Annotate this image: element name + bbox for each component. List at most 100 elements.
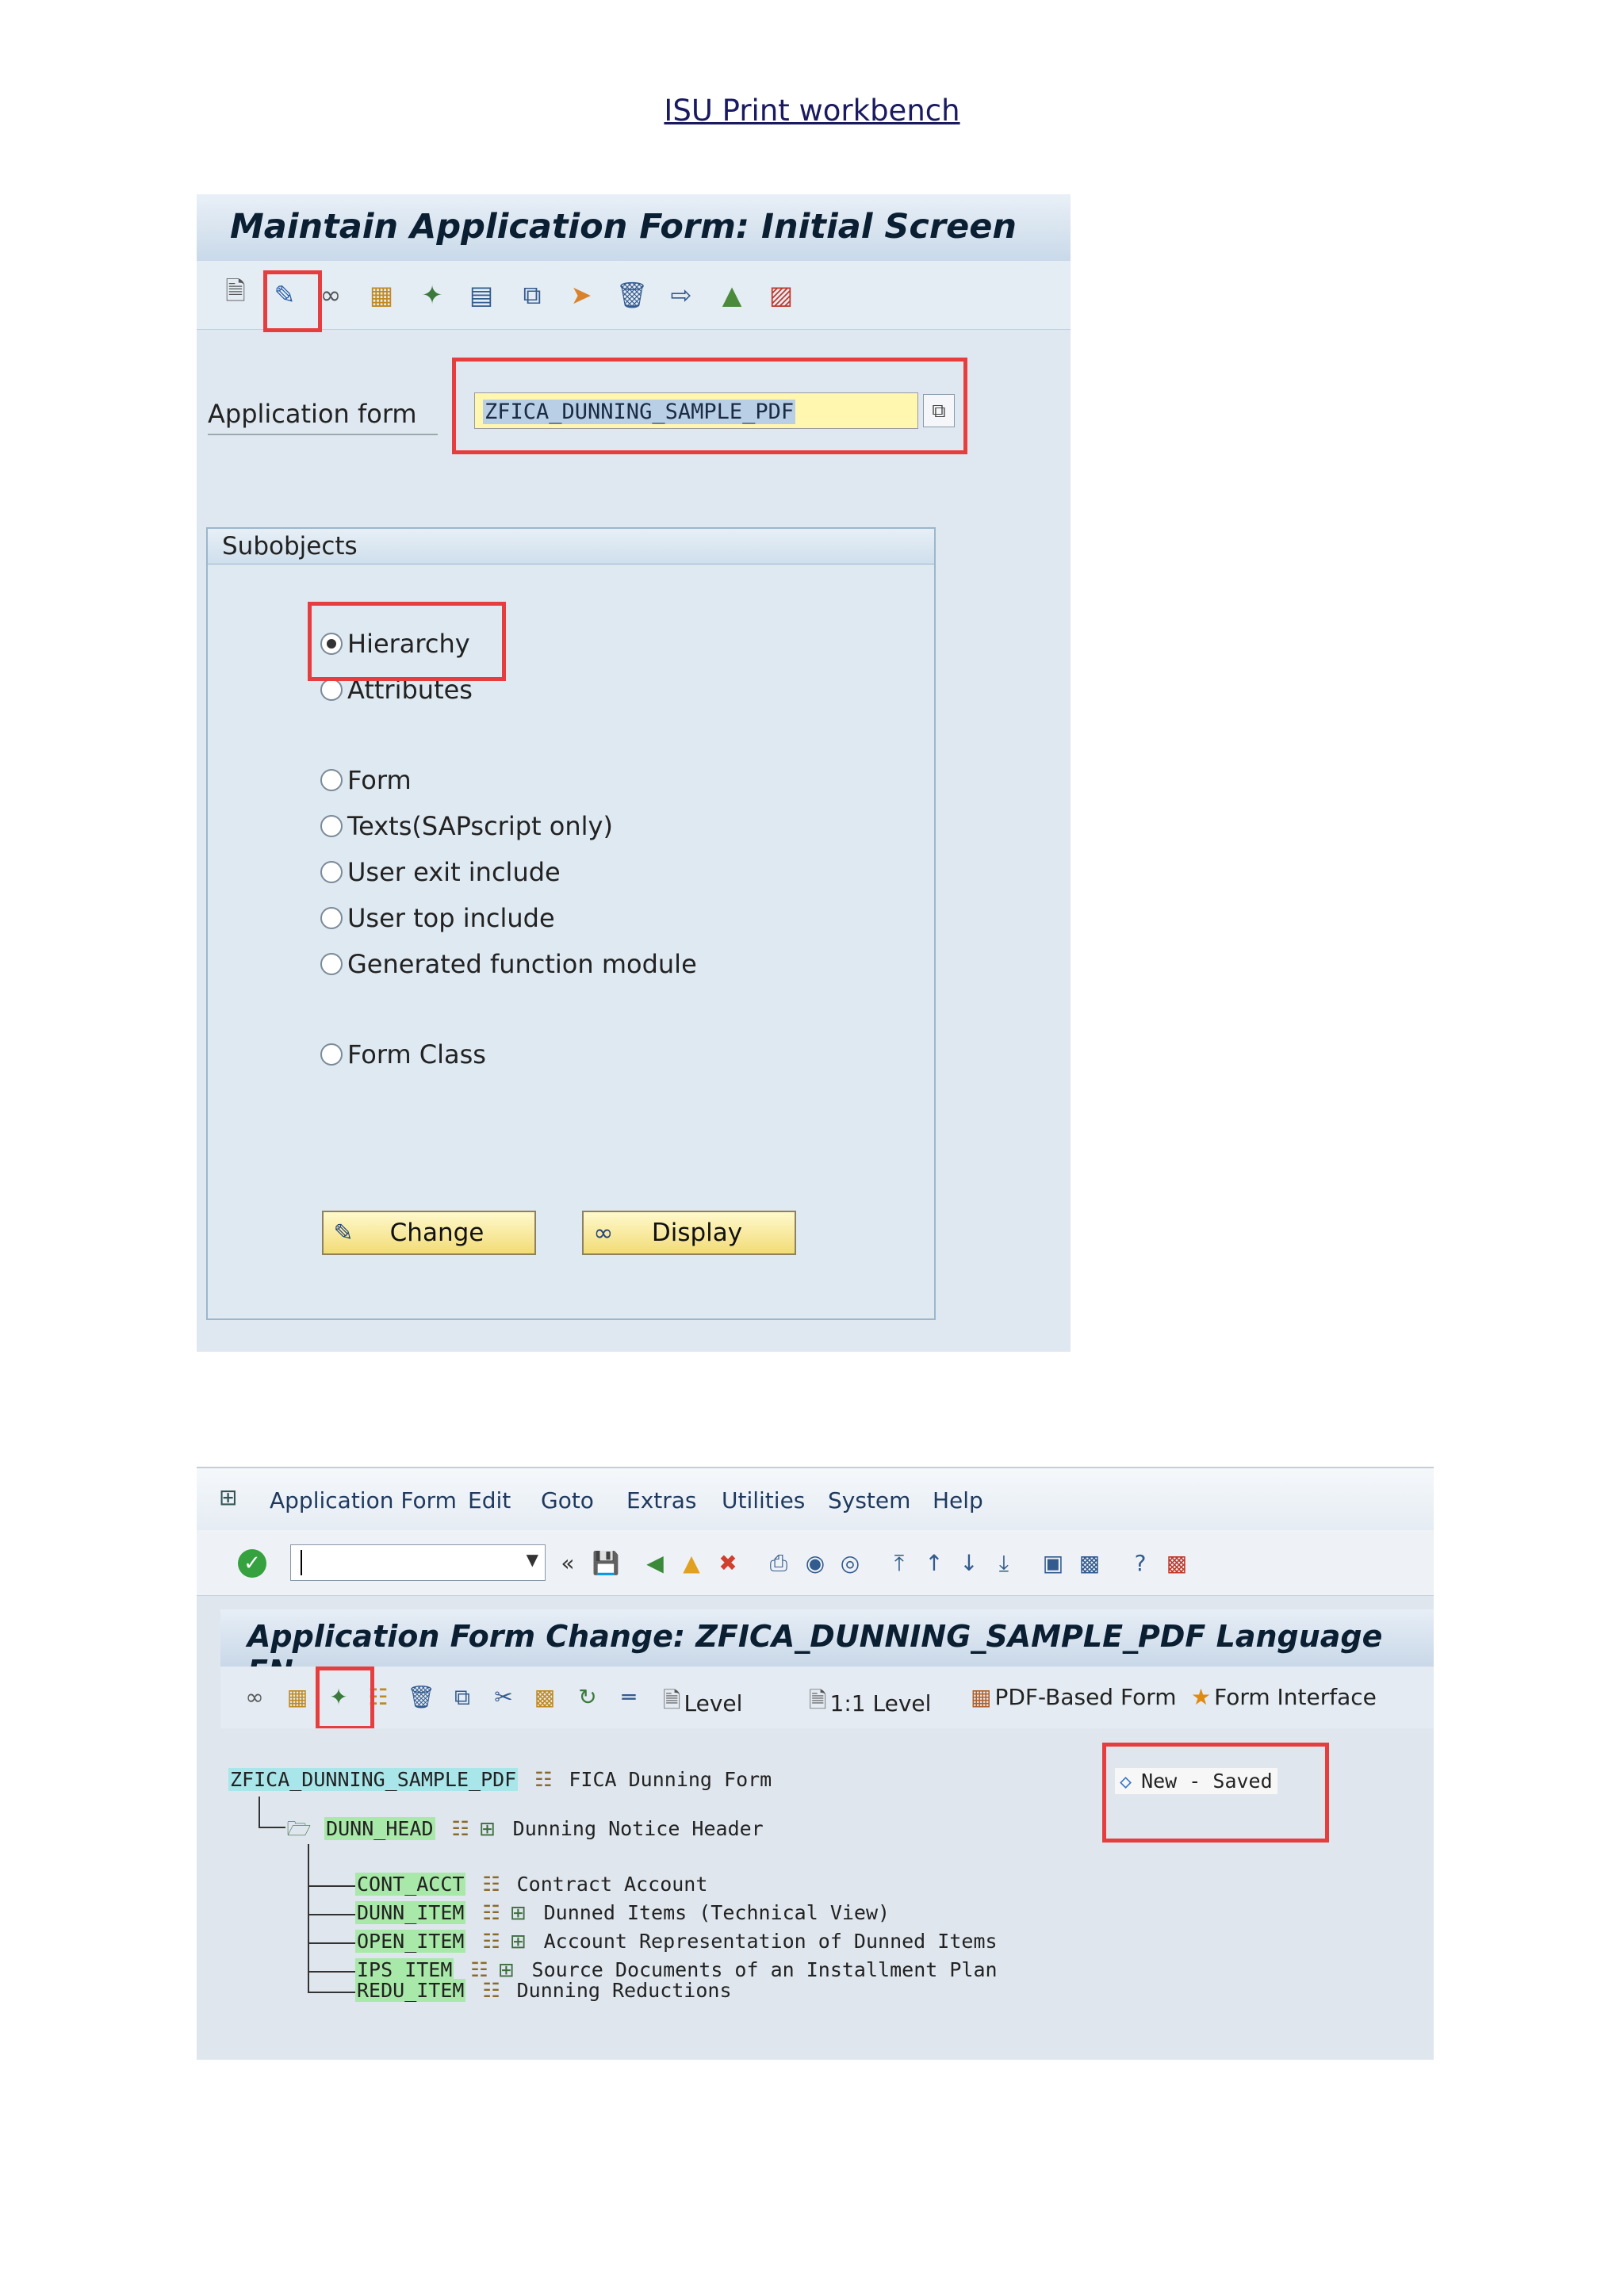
- copy-icon[interactable]: ⧉: [517, 280, 547, 310]
- link-icon[interactable]: ═: [614, 1682, 644, 1712]
- menu-system[interactable]: System: [828, 1487, 910, 1513]
- execute-icon[interactable]: ➤: [566, 280, 596, 310]
- form-class-icon[interactable]: ▤: [466, 280, 496, 310]
- radio-generated-function-module[interactable]: Generated function module: [320, 949, 697, 979]
- pdf-based-form-label: PDF-Based Form: [994, 1684, 1177, 1710]
- radio-user-top-include[interactable]: User top include: [320, 903, 555, 933]
- radio-form[interactable]: Form: [320, 765, 412, 795]
- tree-connector: [308, 1971, 355, 1973]
- find-icon[interactable]: ◉: [801, 1549, 829, 1578]
- radio-label: Texts(SAPscript only): [347, 811, 613, 841]
- tree-child-node[interactable]: OPEN_ITEM ☷ ⊞ Account Representation of D…: [355, 1930, 998, 1953]
- last-page-icon[interactable]: ⤓: [990, 1549, 1018, 1578]
- radio-button[interactable]: [320, 815, 343, 837]
- level-button[interactable]: 🗎 Level: [663, 1684, 742, 1722]
- menu-help[interactable]: Help: [933, 1487, 983, 1513]
- display-change-icon[interactable]: ∞: [239, 1682, 270, 1712]
- delete-icon[interactable]: 🗑: [406, 1682, 436, 1712]
- delete-icon[interactable]: 🗑: [616, 280, 649, 310]
- refresh-icon[interactable]: ↻: [573, 1682, 603, 1712]
- find-next-icon[interactable]: ◎: [836, 1549, 864, 1578]
- tree-child-node[interactable]: IPS_ITEM ☷ ⊞ Source Documents of an Insta…: [355, 1958, 998, 1981]
- form-interface-button[interactable]: ★ Form Interface: [1191, 1684, 1377, 1710]
- highlight-box: [1102, 1743, 1329, 1843]
- pencil-icon: ✎: [333, 1219, 354, 1247]
- menu-extras[interactable]: Extras: [626, 1487, 697, 1513]
- tree-child-node[interactable]: CONT_ACCT ☷ Contract Account: [355, 1873, 707, 1896]
- new-session-icon[interactable]: ▣: [1039, 1549, 1067, 1578]
- back-icon[interactable]: ◀: [641, 1549, 669, 1578]
- form-interface-label: Form Interface: [1214, 1684, 1377, 1710]
- paste-icon[interactable]: ▩: [530, 1682, 560, 1712]
- system-menu-icon[interactable]: ⊞: [219, 1484, 246, 1510]
- glasses-icon: ∞: [593, 1219, 614, 1247]
- magic-wand-icon[interactable]: ✦: [417, 280, 447, 310]
- radio-button[interactable]: [320, 907, 343, 929]
- tree-head-node[interactable]: 🗁 DUNN_HEAD ☷ ⊞ Dunning Notice Header: [285, 1814, 764, 1848]
- shortcut-icon[interactable]: ▩: [1075, 1549, 1104, 1578]
- radio-button[interactable]: [320, 953, 343, 975]
- radio-button[interactable]: [320, 1043, 343, 1066]
- menu-goto[interactable]: Goto: [541, 1487, 594, 1513]
- radio-texts[interactable]: Texts(SAPscript only): [320, 811, 613, 841]
- hierarchy-icon: ☷: [482, 1979, 500, 2002]
- radio-button[interactable]: [320, 861, 343, 883]
- hierarchy-icon[interactable]: ▦: [366, 280, 396, 310]
- transport-icon[interactable]: ⇨: [666, 280, 696, 310]
- change-button[interactable]: ✎ Change: [322, 1211, 536, 1255]
- hierarchy-tree-panel: ZFICA_DUNNING_SAMPLE_PDF ☷ FICA Dunning …: [220, 1728, 1434, 2060]
- child-node-name: REDU_ITEM: [355, 1979, 466, 2002]
- menu-utilities[interactable]: Utilities: [722, 1487, 805, 1513]
- first-page-icon[interactable]: ⤒: [885, 1549, 914, 1578]
- level-label: Level: [684, 1689, 743, 1716]
- display-button[interactable]: ∞ Display: [582, 1211, 796, 1255]
- radio-label: Form Class: [347, 1039, 486, 1070]
- mountain-icon[interactable]: ▲: [717, 280, 747, 310]
- print-icon[interactable]: ⎙: [764, 1549, 793, 1578]
- radio-button[interactable]: [320, 679, 343, 701]
- truck-icon[interactable]: ▨: [766, 280, 796, 310]
- tree-child-node[interactable]: DUNN_ITEM ☷ ⊞ Dunned Items (Technical Vie…: [355, 1901, 890, 1924]
- collapse-icon[interactable]: «: [553, 1549, 582, 1578]
- hierarchy-icon[interactable]: ▦: [282, 1682, 312, 1712]
- tree-child-node[interactable]: REDU_ITEM ☷ Dunning Reductions: [355, 1979, 732, 2002]
- menu-edit[interactable]: Edit: [468, 1487, 511, 1513]
- chevron-down-icon[interactable]: ▼: [527, 1550, 538, 1569]
- command-field[interactable]: ▼: [290, 1544, 546, 1581]
- tree-root-node[interactable]: ZFICA_DUNNING_SAMPLE_PDF ☷ FICA Dunning …: [228, 1768, 772, 1791]
- menu-application-form[interactable]: Application Form: [270, 1487, 457, 1513]
- child-node-name: DUNN_ITEM: [355, 1901, 466, 1924]
- application-toolbar: ∞ ▦ ✦ ☷ 🗑 ⧉ ✂ ▩ ↻ ═ 🗎 Level 🗎 1:1 Level …: [220, 1667, 1434, 1730]
- add-window-icon: ⊞: [498, 1958, 515, 1981]
- exit-icon[interactable]: ▲: [677, 1549, 706, 1578]
- enter-check-icon[interactable]: ✓: [238, 1549, 266, 1578]
- radio-user-exit-include[interactable]: User exit include: [320, 857, 561, 887]
- create-icon[interactable]: 🗎: [220, 276, 251, 310]
- document-heading[interactable]: ISU Print workbench: [0, 94, 1624, 128]
- copy-icon[interactable]: ⧉: [447, 1682, 477, 1712]
- cancel-icon[interactable]: ✖: [714, 1549, 742, 1578]
- one-to-one-level-button[interactable]: 🗎 1:1 Level: [809, 1684, 931, 1722]
- application-toolbar: 🗎 ✎ ∞ ▦ ✦ ▤ ⧉ ➤ 🗑 ⇨ ▲ ▨: [197, 261, 1071, 332]
- child-node-description: Contract Account: [516, 1873, 708, 1896]
- hierarchy-icon: ☷: [534, 1768, 553, 1791]
- cut-icon[interactable]: ✂: [488, 1682, 519, 1712]
- one-to-one-level-label: 1:1 Level: [829, 1689, 932, 1716]
- previous-page-icon[interactable]: ↑: [920, 1549, 948, 1578]
- subobjects-group: Subobjects Hierarchy Attributes Form Tex…: [206, 527, 936, 1320]
- customize-layout-icon[interactable]: ▩: [1162, 1549, 1191, 1578]
- pdf-based-form-button[interactable]: ▦ PDF-Based Form: [971, 1684, 1177, 1710]
- child-node-description: Dunned Items (Technical View): [543, 1901, 891, 1924]
- next-page-icon[interactable]: ↓: [955, 1549, 983, 1578]
- save-icon[interactable]: 💾: [592, 1549, 620, 1578]
- help-icon[interactable]: ?: [1126, 1549, 1155, 1578]
- radio-form-class[interactable]: Form Class: [320, 1039, 486, 1070]
- add-window-icon: ⊞: [479, 1817, 496, 1840]
- highlight-box: [452, 358, 967, 454]
- radio-button[interactable]: [320, 769, 343, 791]
- hierarchy-icon: ☷: [451, 1817, 469, 1840]
- tree-connector: [308, 1885, 355, 1887]
- document-icon: 🗎: [809, 1687, 827, 1713]
- child-node-description: Account Representation of Dunned Items: [543, 1930, 998, 1953]
- display-button-label: Display: [651, 1219, 743, 1247]
